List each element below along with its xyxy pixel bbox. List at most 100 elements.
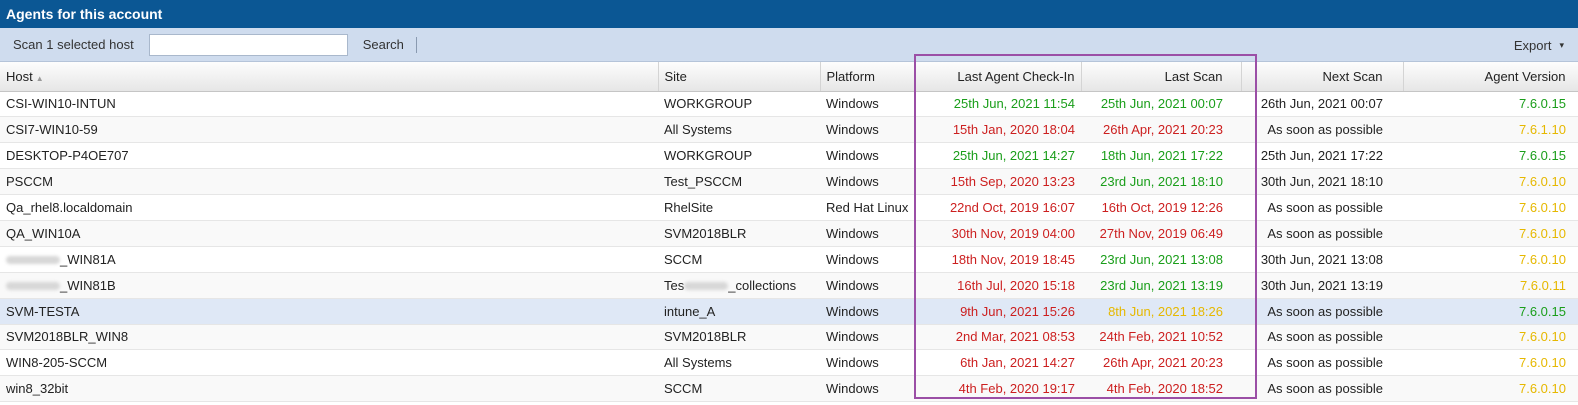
cell-last-checkin-text: 15th Sep, 2020 13:23 (950, 174, 1075, 190)
table-row[interactable]: SVM-TESTA intune_A Windows 9th Jun, 2021 15… (0, 298, 1578, 325)
cell-platform: Windows (820, 220, 915, 247)
cell-agent-version: 7.6.0.10 (1403, 375, 1578, 403)
cell-agent-version: 7.6.0.11 (1403, 272, 1578, 299)
cell-last-scan: 26th Apr, 2021 20:23 (1081, 116, 1241, 144)
cell-next-scan: As soon as possible (1241, 194, 1403, 221)
cell-host-text: _WIN81A (60, 251, 116, 267)
cell-site-text: WORKGROUP (664, 96, 753, 112)
cell-host: win8_32bit (0, 375, 658, 403)
column-header-last-scan[interactable]: Last Scan (1081, 62, 1242, 92)
table-row[interactable]: _WIN81B Tes _collections Windows 16th Jul, 2… (0, 272, 1578, 299)
cell-last-checkin: 4th Feb, 2020 19:17 (915, 375, 1081, 403)
cell-next-scan: As soon as possible (1241, 298, 1403, 325)
cell-last-scan-text: 4th Feb, 2020 18:52 (1106, 381, 1223, 397)
table-row[interactable]: CSI-WIN10-INTUN WORKGROUP Windows 25th Jun,… (0, 91, 1578, 118)
export-menu-button[interactable]: Export ▾ (1514, 28, 1564, 62)
column-agent-version-label: Agent Version (1484, 68, 1566, 84)
cell-site: Tes _collections (658, 272, 820, 299)
column-header-platform[interactable]: Platform (820, 62, 916, 92)
cell-agent-version: 7.6.0.10 (1403, 246, 1578, 273)
cell-site: SCCM (658, 246, 820, 273)
cell-platform: Windows (820, 324, 915, 351)
cell-last-scan: 23rd Jun, 2021 13:19 (1081, 272, 1241, 299)
cell-host: SVM-TESTA (0, 298, 658, 325)
cell-agent-version: 7.6.0.10 (1403, 194, 1578, 221)
cell-site: Test_PSCCM (658, 168, 820, 196)
cell-platform: Windows (820, 298, 915, 325)
cell-agent-version-text: 7.6.0.15 (1519, 148, 1566, 164)
cell-last-scan-text: 8th Jun, 2021 18:26 (1108, 303, 1223, 319)
cell-host: _WIN81B (0, 272, 658, 299)
cell-agent-version-text: 7.6.0.15 (1519, 96, 1566, 112)
cell-last-checkin-text: 25th Jun, 2021 14:27 (952, 148, 1075, 164)
cell-last-checkin: 15th Jan, 2020 18:04 (915, 116, 1081, 144)
cell-agent-version: 7.6.0.10 (1403, 168, 1578, 196)
cell-agent-version: 7.6.1.10 (1403, 116, 1578, 144)
cell-platform-text: Windows (826, 381, 879, 397)
cell-site-text: intune_A (664, 303, 716, 319)
cell-platform-text: Windows (826, 174, 879, 190)
cell-site: RhelSite (658, 194, 820, 221)
cell-last-checkin-text: 6th Jan, 2021 14:27 (960, 355, 1075, 371)
cell-host-text: win8_32bit (6, 381, 69, 397)
table-row[interactable]: SVM2018BLR_WIN8 SVM2018BLR Windows 2nd Mar,… (0, 324, 1578, 351)
cell-last-checkin: 6th Jan, 2021 14:27 (915, 349, 1081, 377)
cell-next-scan-text: As soon as possible (1267, 329, 1383, 345)
cell-agent-version-text: 7.6.0.10 (1519, 251, 1566, 267)
column-header-next-scan[interactable]: Next Scan (1241, 62, 1404, 92)
panel-title: Agents for this account (0, 0, 1578, 28)
cell-platform: Windows (820, 246, 915, 273)
cell-last-scan: 26th Apr, 2021 20:23 (1081, 349, 1241, 377)
column-header-site[interactable]: Site (658, 62, 821, 92)
table-row[interactable]: QA_WIN10A SVM2018BLR Windows 30th Nov, 2019… (0, 220, 1578, 247)
column-last-checkin-label: Last Agent Check-In (957, 68, 1075, 84)
scan-selected-host-button[interactable]: Scan 1 selected host (13, 37, 134, 52)
cell-site-text: SCCM (664, 251, 703, 267)
cell-next-scan-text: As soon as possible (1267, 200, 1383, 215)
cell-platform: Windows (820, 349, 915, 377)
column-header-last-checkin[interactable]: Last Agent Check-In (915, 62, 1082, 92)
cell-host-text: QA_WIN10A (6, 225, 81, 241)
cell-last-scan-text: 26th Apr, 2021 20:23 (1103, 122, 1223, 138)
column-last-scan-label: Last Scan (1164, 68, 1223, 84)
cell-last-checkin: 16th Jul, 2020 15:18 (915, 272, 1081, 299)
cell-agent-version: 7.6.0.10 (1403, 220, 1578, 247)
cell-platform-text: Red Hat Linux (826, 200, 909, 215)
cell-last-checkin: 2nd Mar, 2021 08:53 (915, 324, 1081, 351)
cell-site-text: RhelSite (664, 200, 714, 215)
table-row[interactable]: Qa_rhel8.localdomain RhelSite Red Hat Linu… (0, 194, 1578, 221)
cell-site: WORKGROUP (658, 142, 820, 170)
cell-host-text: _WIN81B (60, 277, 116, 293)
search-input[interactable] (148, 33, 348, 56)
table-row[interactable]: PSCCM Test_PSCCM Windows 15th Sep, 2020 13:… (0, 168, 1578, 196)
cell-last-scan-text: 24th Feb, 2021 10:52 (1099, 329, 1223, 345)
table-row[interactable]: CSI7-WIN10-59 All Systems Windows 15th Jan,… (0, 116, 1578, 144)
cell-host: Qa_rhel8.localdomain (0, 194, 658, 221)
cell-last-scan-text: 16th Oct, 2019 12:26 (1101, 200, 1223, 215)
cell-host-text: WIN8-205-SCCM (6, 355, 108, 371)
cell-platform: Windows (820, 272, 915, 299)
cell-next-scan-text: 30th Jun, 2021 13:19 (1260, 277, 1383, 293)
cell-last-checkin-text: 22nd Oct, 2019 16:07 (949, 200, 1075, 215)
column-host-label: Host (6, 68, 33, 84)
export-label: Export (1513, 37, 1552, 53)
cell-last-scan: 24th Feb, 2021 10:52 (1081, 324, 1241, 351)
cell-next-scan: As soon as possible (1241, 324, 1403, 351)
cell-host: SVM2018BLR_WIN8 (0, 324, 658, 351)
table-row[interactable]: DESKTOP-P4OE707 WORKGROUP Windows 25th Jun,… (0, 142, 1578, 170)
table-row[interactable]: WIN8-205-SCCM All Systems Windows 6th Jan, … (0, 349, 1578, 377)
cell-last-scan: 25th Jun, 2021 00:07 (1081, 91, 1241, 118)
cell-host-text: SVM-TESTA (6, 303, 80, 319)
column-header-agent-version[interactable]: Agent Version (1403, 62, 1578, 92)
cell-site-text: WORKGROUP (664, 148, 753, 164)
column-header-host[interactable]: Host ▲ (0, 62, 659, 92)
table-row[interactable]: win8_32bit SCCM Windows 4th Feb, 2020 19:17… (0, 375, 1578, 403)
table-row[interactable]: _WIN81A SCCM Windows 18th Nov, 2019 18:45 23… (0, 246, 1578, 273)
cell-next-scan: As soon as possible (1241, 116, 1403, 144)
cell-next-scan-text: 30th Jun, 2021 13:08 (1260, 251, 1383, 267)
cell-agent-version: 7.6.0.15 (1403, 142, 1578, 170)
cell-host: QA_WIN10A (0, 220, 658, 247)
search-button[interactable]: Search (363, 37, 404, 52)
cell-platform-text: Windows (826, 225, 879, 241)
cell-last-scan-text: 23rd Jun, 2021 13:08 (1100, 251, 1223, 267)
